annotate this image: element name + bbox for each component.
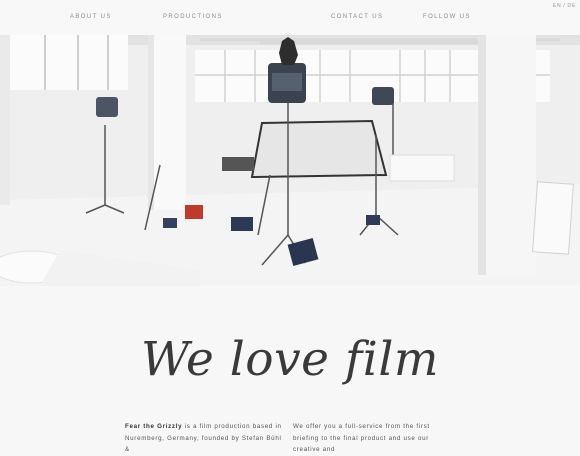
nav-about-us[interactable]: ABOUT US	[70, 14, 112, 20]
film-studio-photo	[0, 35, 580, 286]
nav-follow-us[interactable]: FOLLOW US	[423, 14, 471, 20]
lang-en[interactable]: EN	[553, 3, 562, 9]
lang-separator: /	[563, 3, 566, 9]
page-title: We love film	[141, 332, 439, 387]
lang-de[interactable]: DE	[567, 3, 576, 9]
top-navigation: ABOUT US PRODUCTIONS CONTACT US FOLLOW U…	[0, 0, 580, 35]
hero-image	[0, 35, 580, 286]
nav-contact-us[interactable]: CONTACT US	[331, 14, 383, 20]
company-name: Fear the Grizzly	[125, 423, 183, 430]
intro-right-column: We offer you a full-service from the fir…	[293, 421, 443, 456]
intro-right-text: We offer you a full-service from the fir…	[293, 423, 430, 453]
intro-left-column: Fear the Grizzly is a film production ba…	[125, 421, 285, 456]
language-switcher: EN / DE	[553, 3, 576, 9]
nav-productions[interactable]: PRODUCTIONS	[163, 14, 223, 20]
